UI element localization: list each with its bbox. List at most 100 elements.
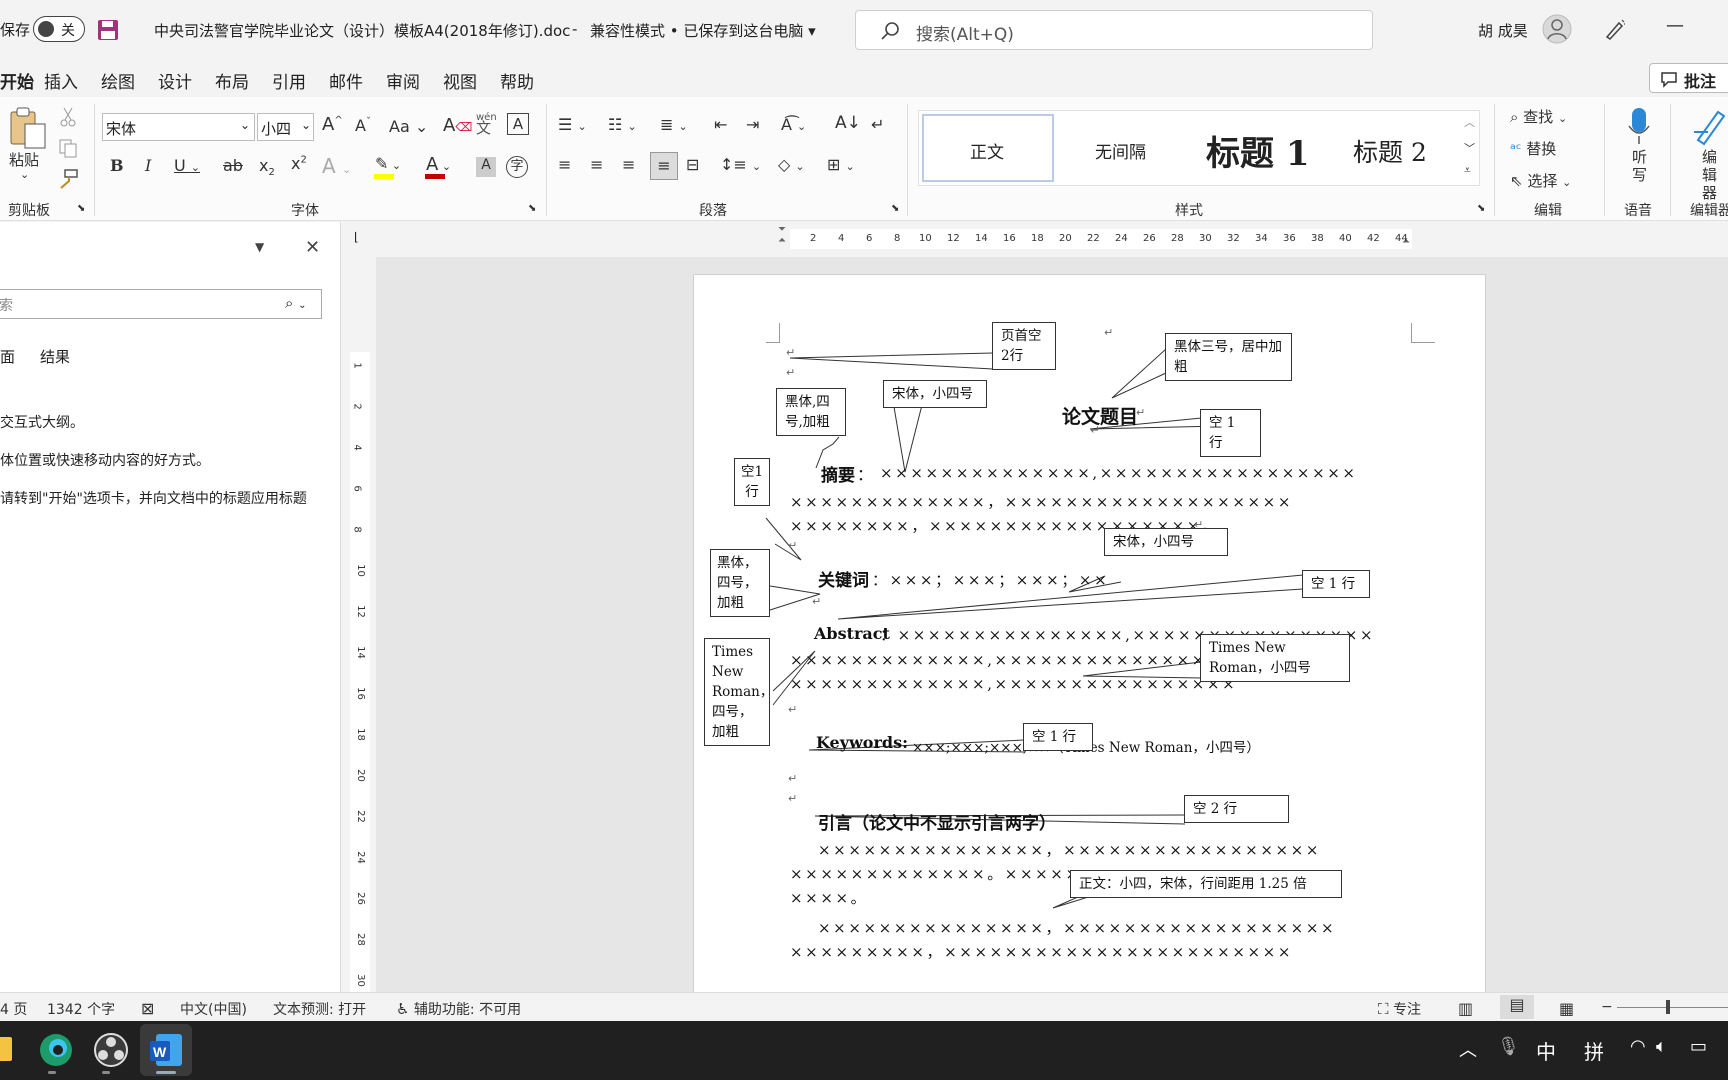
callout-keywords-text-font[interactable]: 宋体，小四号 (1104, 528, 1228, 556)
editor-label[interactable]: 编辑器 (1702, 148, 1718, 202)
align-right-icon[interactable]: ≡ (622, 155, 635, 174)
distributed-icon[interactable]: ⊟ (686, 155, 699, 174)
shading-icon[interactable]: ◇ ⌄ (778, 155, 805, 174)
copy-icon[interactable] (58, 138, 78, 158)
decrease-indent-icon[interactable]: ⇤ (714, 115, 727, 134)
numbering-icon[interactable]: ☷ ⌄ (608, 115, 637, 134)
document-status[interactable]: 兼容性模式 • 已保存到这台电脑 ▾ (590, 20, 816, 41)
nav-tab-results[interactable]: 结果 (40, 346, 70, 367)
en-abstract-line-3[interactable]: ×××××××××××××,×××××××××××××××× (790, 675, 1237, 693)
phonetic-guide-icon[interactable]: wén 文 (476, 113, 497, 136)
ime-mode-indicator[interactable]: 拼 (1584, 1036, 1604, 1065)
body-line-4[interactable]: ×××××××××××××××，×××××××××××××××××× (818, 917, 1336, 938)
tab-mailings[interactable]: 邮件 (329, 68, 363, 93)
accessibility-status[interactable]: ♿︎ 辅助功能: 不可用 (396, 999, 521, 1019)
callout-blank-after-keywords[interactable]: 空 1 行 (1302, 570, 1370, 598)
tab-draw[interactable]: 绘图 (101, 68, 135, 93)
en-keywords-label[interactable]: Keywords: (816, 733, 908, 752)
font-launcher-icon[interactable]: ⬊ (528, 203, 536, 214)
abstract-line-1[interactable]: ××××××××××××××,××××××××××××××××× (880, 464, 1358, 482)
tab-design[interactable]: 设计 (158, 68, 192, 93)
introduction-heading[interactable]: 引言（论文中不显示引言两字） (818, 809, 1056, 834)
word-count[interactable]: 1342 个字 (47, 999, 115, 1019)
grow-font-icon[interactable]: A^ (322, 114, 343, 135)
select-button[interactable]: ⇖ 选择 ⌄ (1510, 170, 1571, 191)
dictate-label[interactable]: 听写 (1632, 148, 1648, 184)
user-name[interactable]: 胡 成昊 (1478, 20, 1528, 41)
character-border-icon[interactable]: A (507, 113, 529, 135)
battery-icon[interactable]: ▭ (1690, 1036, 1707, 1057)
borders-icon[interactable]: ⊞ ⌄ (827, 155, 855, 174)
volume-icon[interactable]: 🔈︎ (1656, 1036, 1667, 1057)
replace-button[interactable]: ᵃᶜ 替换 (1510, 138, 1556, 159)
styles-more-icon[interactable]: ⩡ (1464, 163, 1471, 178)
search-box[interactable]: 搜索(Alt+Q) (855, 10, 1373, 50)
tab-view[interactable]: 视图 (443, 68, 477, 93)
highlight-color-icon[interactable]: ✎ ⌄ (375, 154, 401, 173)
keywords-label[interactable]: 关键词 (818, 566, 869, 591)
callout-body-font[interactable]: 正文：小四，宋体，行间距用 1.25 倍 (1070, 870, 1342, 898)
dictate-microphone-icon[interactable] (1626, 106, 1652, 146)
abstract-line-2[interactable]: ×××××××××××××，××××××××××××××××××× (790, 491, 1293, 512)
text-direction-icon[interactable]: A͡ ⌄ (781, 115, 806, 134)
callout-blank-after-en-keywords[interactable]: 空 1 行 (1023, 723, 1093, 751)
tab-review[interactable]: 审阅 (386, 68, 420, 93)
document-canvas[interactable]: ↵ ↵ ↵ 论文题目 ↵ ↵ 摘要 ： ××××××××××××××,×××××… (376, 257, 1728, 992)
editor-pen-icon[interactable] (1692, 106, 1728, 146)
page-count[interactable]: 4 页 (0, 999, 27, 1019)
superscript-icon[interactable]: x2 (291, 154, 307, 173)
style-normal[interactable]: 正文 (970, 138, 1004, 163)
document-page[interactable]: ↵ ↵ ↵ 论文题目 ↵ ↵ 摘要 ： ××××××××××××××,×××××… (693, 274, 1486, 992)
paste-dropdown-icon[interactable]: ⌄ (20, 168, 29, 181)
font-name-combo[interactable]: 宋体 ⌄ (102, 113, 255, 141)
character-shading-icon[interactable]: A (476, 157, 496, 177)
subscript-icon[interactable]: x2 (259, 156, 275, 178)
word-app-icon[interactable]: W (148, 1032, 184, 1068)
style-no-spacing[interactable]: 无间隔 (1095, 138, 1146, 163)
navigation-search-input[interactable]: 索 ⌕ ⌄ (0, 289, 322, 319)
zoom-slider-thumb[interactable] (1666, 1000, 1670, 1014)
callout-en-label-font[interactable]: Times New Roman，四号，加粗 (704, 638, 773, 746)
italic-icon[interactable]: I (145, 156, 151, 175)
zoom-slider[interactable] (1617, 1007, 1728, 1008)
multilevel-list-icon[interactable]: ≣ ⌄ (660, 115, 688, 134)
wifi-icon[interactable]: ◠ (1630, 1036, 1646, 1057)
minimize-button[interactable]: — (1666, 15, 1684, 36)
callout-header-space[interactable]: 页首空2行 (992, 322, 1056, 370)
zoom-out-icon[interactable]: − (1601, 999, 1613, 1015)
paste-icon[interactable] (7, 106, 49, 150)
bullets-icon[interactable]: ☰ ⌄ (558, 115, 587, 134)
obs-studio-icon[interactable] (93, 1032, 129, 1068)
styles-scroll-down-icon[interactable]: ﹀ (1464, 140, 1475, 156)
left-indent-marker[interactable]: ⏷ ⏶ (778, 224, 786, 246)
body-line-5[interactable]: ×××××××××，××××××××××××××××××××××× (790, 941, 1293, 962)
justify-icon[interactable]: ≡ (650, 152, 678, 180)
change-case-icon[interactable]: Aa ⌄ (389, 117, 428, 136)
cut-icon[interactable] (58, 106, 78, 128)
tab-references[interactable]: 引用 (272, 68, 306, 93)
print-layout-icon[interactable]: ▤ (1500, 995, 1534, 1019)
designer-pen-icon[interactable] (1603, 17, 1627, 41)
callout-abstract-text-font[interactable]: 宋体，小四号 (883, 380, 987, 408)
style-heading-1[interactable]: 标题 1 (1206, 126, 1310, 175)
styles-launcher-icon[interactable]: ⬊ (1477, 203, 1485, 214)
body-line-1[interactable]: ×××××××××××××××，××××××××××××××××× (818, 839, 1321, 860)
enclose-characters-icon[interactable]: 字 (506, 156, 528, 178)
save-icon[interactable] (97, 19, 119, 41)
ime-language-indicator[interactable]: 中 (1536, 1036, 1556, 1065)
tab-layout[interactable]: 布局 (215, 68, 249, 93)
nav-tab-pages[interactable]: 面 (0, 346, 15, 367)
shrink-font-icon[interactable]: Aˇ (355, 116, 371, 135)
edge-browser-icon[interactable] (38, 1032, 74, 1068)
show-marks-icon[interactable]: ↵ (871, 115, 884, 134)
format-painter-icon[interactable] (57, 168, 79, 190)
read-mode-icon[interactable]: ▥ (1458, 999, 1473, 1018)
font-size-combo[interactable]: 小四 ⌄ (257, 113, 314, 141)
tab-help[interactable]: 帮助 (500, 68, 534, 93)
abstract-label[interactable]: 摘要 (821, 461, 855, 486)
align-center-icon[interactable]: ≡ (590, 155, 603, 174)
styles-scroll-up-icon[interactable]: ︿ (1464, 114, 1475, 130)
pane-options-icon[interactable]: ▼ (255, 240, 264, 254)
tab-selector[interactable]: ⌊ (344, 222, 376, 257)
increase-indent-icon[interactable]: ⇥ (746, 115, 759, 134)
